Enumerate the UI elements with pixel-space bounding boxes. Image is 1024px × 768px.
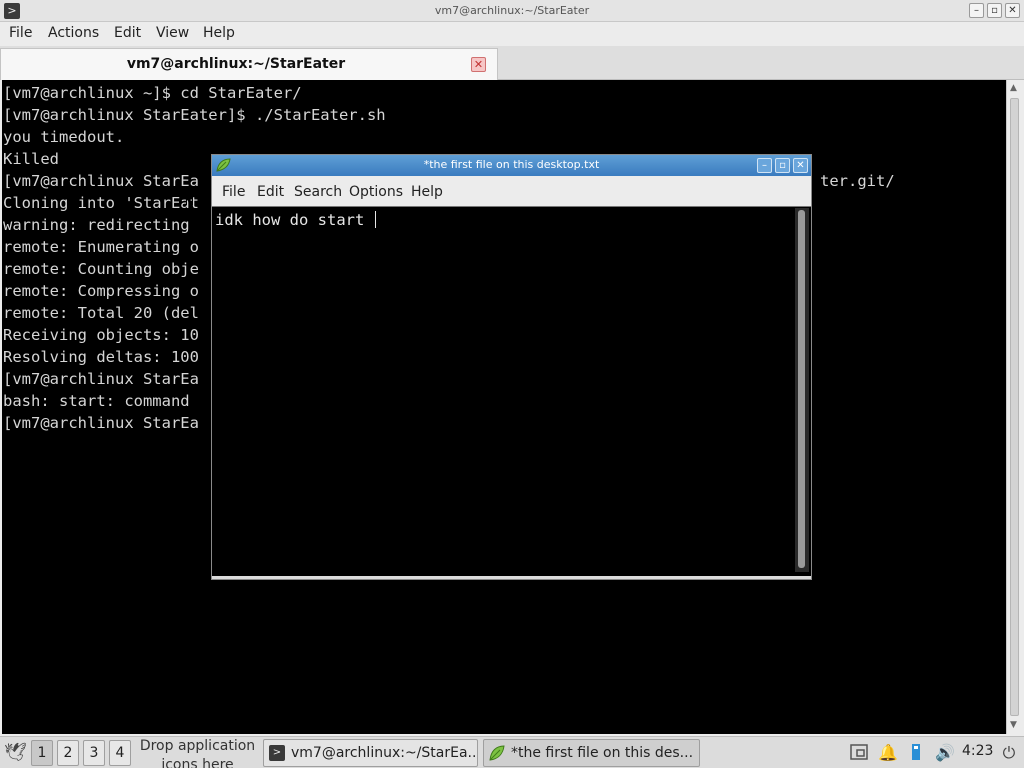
terminal-tabbar: vm7@archlinux:~/StarEater ✕ (0, 46, 1024, 80)
minimize-button[interactable]: – (969, 3, 984, 18)
editor-menu-edit[interactable]: Edit (257, 184, 284, 200)
screenshot-icon[interactable] (848, 742, 870, 764)
editor-menu-search[interactable]: Search (294, 184, 342, 200)
terminal-window-title: vm7@archlinux:~/StarEater (434, 4, 590, 17)
editor-close-button[interactable]: ✕ (793, 158, 808, 173)
tab-close-icon[interactable]: ✕ (471, 57, 486, 72)
editor-minimize-button[interactable]: – (757, 158, 772, 173)
terminal-line-tail: ter.git/ (820, 172, 895, 190)
leafpad-icon (489, 745, 505, 761)
menu-file[interactable]: File (9, 25, 32, 41)
menu-view[interactable]: View (156, 25, 189, 41)
menu-help[interactable]: Help (203, 25, 235, 41)
menu-actions[interactable]: Actions (48, 25, 99, 41)
editor-titlebar[interactable]: *the first file on this desktop.txt – ▫ … (212, 155, 811, 176)
maximize-button[interactable]: ▫ (987, 3, 1002, 18)
editor-content: idk how do start (215, 211, 374, 229)
power-icon[interactable]: ⏻ (998, 742, 1020, 764)
text-caret (374, 211, 376, 228)
workspace-3[interactable]: 3 (83, 740, 105, 766)
terminal-line: [vm7@archlinux StarEater]$ ./StarEater.s… (3, 106, 386, 124)
task-terminal-label: vm7@archlinux:~/StarEa... (291, 745, 478, 761)
scrollbar-thumb[interactable] (1010, 98, 1019, 716)
workspace-1[interactable]: 1 (31, 740, 53, 766)
taskbar: 🕊 1 2 3 4 Drop application icons here > … (0, 736, 1024, 768)
editor-window: *the first file on this desktop.txt – ▫ … (211, 154, 812, 580)
terminal-line: [vm7@archlinux ~]$ cd StarEater/ (3, 84, 302, 102)
terminal-tab-label: vm7@archlinux:~/StarEater (126, 56, 346, 72)
editor-maximize-button[interactable]: ▫ (775, 158, 790, 173)
clock[interactable]: 4:23 (962, 743, 993, 759)
task-terminal[interactable]: > vm7@archlinux:~/StarEa... (263, 739, 478, 767)
editor-text-area[interactable]: idk how do start (212, 206, 811, 576)
scroll-down-icon[interactable]: ▼ (1010, 720, 1017, 730)
editor-menu-help[interactable]: Help (411, 184, 443, 200)
scroll-up-icon[interactable]: ▲ (1010, 83, 1017, 93)
terminal-scrollbar[interactable]: ▲ ▼ (1006, 80, 1022, 734)
notification-bell-icon[interactable]: 🔔 (878, 742, 898, 764)
drop-hint-line1: Drop application (139, 738, 256, 754)
volume-icon[interactable]: 🔊 (934, 742, 956, 764)
editor-statusbar (212, 576, 811, 579)
task-editor[interactable]: *the first file on this des... (483, 739, 700, 767)
dove-icon[interactable]: 🕊 (4, 741, 27, 765)
launcher-drop-hint[interactable]: Drop application icons here (135, 737, 260, 768)
editor-scrollbar[interactable] (795, 208, 809, 572)
usb-icon[interactable] (906, 742, 926, 764)
editor-window-title: *the first file on this desktop.txt (423, 158, 600, 171)
close-button[interactable]: ✕ (1005, 3, 1020, 18)
editor-menu-file[interactable]: File (222, 184, 245, 200)
terminal-titlebar[interactable]: > vm7@archlinux:~/StarEater – ▫ ✕ (0, 0, 1024, 22)
task-editor-label: *the first file on this des... (511, 745, 694, 761)
editor-menubar: File Edit Search Options Help (212, 176, 811, 206)
text-cursor-icon (186, 188, 193, 205)
terminal-tab[interactable]: vm7@archlinux:~/StarEater ✕ (0, 48, 498, 80)
editor-scrollbar-thumb[interactable] (798, 210, 805, 568)
terminal-icon: > (269, 745, 285, 761)
terminal-menubar: File Actions Edit View Help (0, 22, 1024, 46)
menu-edit[interactable]: Edit (114, 25, 141, 41)
terminal-line: you timedout. (3, 128, 125, 146)
workspace-4[interactable]: 4 (109, 740, 131, 766)
editor-menu-options[interactable]: Options (349, 184, 403, 200)
drop-hint-line2: icons here (161, 757, 234, 768)
workspace-2[interactable]: 2 (57, 740, 79, 766)
